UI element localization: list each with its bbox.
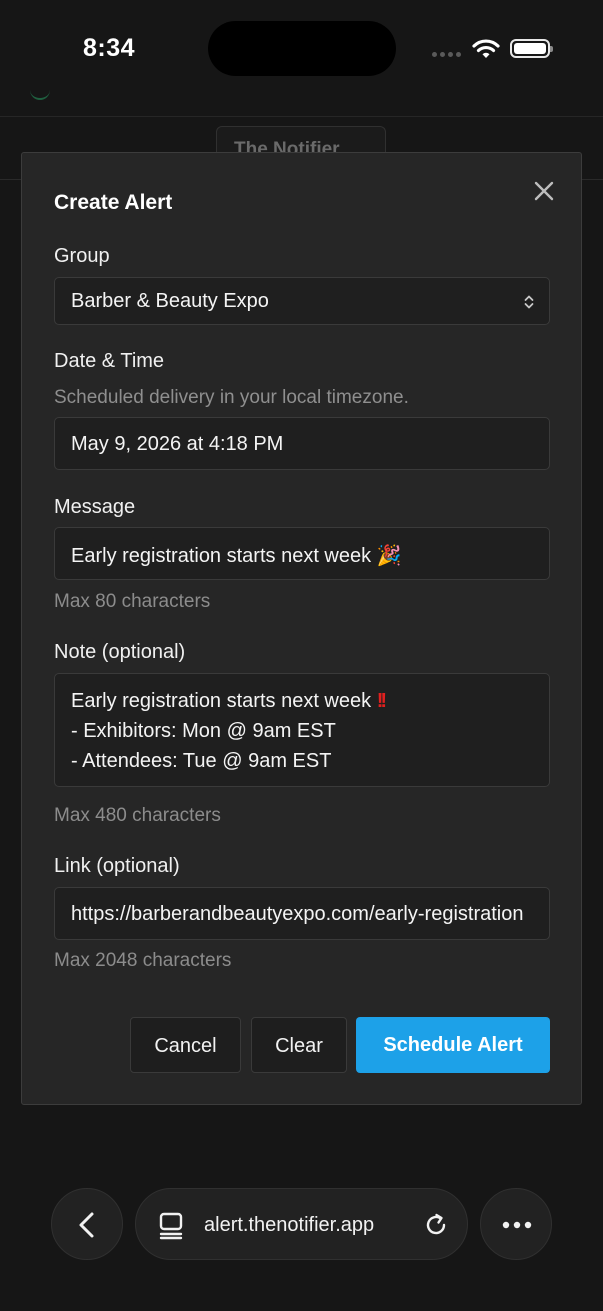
group-select-value: Barber & Beauty Expo <box>71 290 269 312</box>
status-bar: 8:34 <box>0 0 603 96</box>
note-label: Note (optional) <box>54 641 186 663</box>
more-icon <box>502 1221 532 1229</box>
note-hint: Max 480 characters <box>54 805 221 826</box>
create-alert-dialog: Create Alert Group Barber & Beauty Expo … <box>21 152 582 1105</box>
close-icon <box>534 181 554 201</box>
more-button[interactable] <box>480 1188 552 1260</box>
tabs-icon <box>159 1212 183 1240</box>
message-input[interactable]: Early registration starts next week 🎉 <box>54 527 550 580</box>
wifi-icon <box>472 39 500 58</box>
clear-button[interactable]: Clear <box>251 1017 347 1073</box>
chevron-up-down-icon <box>524 295 534 309</box>
dynamic-island <box>208 21 396 76</box>
schedule-alert-button[interactable]: Schedule Alert <box>356 1017 550 1073</box>
browser-toolbar: alert.thenotifier.app <box>0 1150 603 1311</box>
back-chevron-icon <box>79 1212 94 1238</box>
message-value: Early registration starts next week 🎉 <box>71 545 402 567</box>
note-textarea[interactable]: Early registration starts next week !! -… <box>54 673 550 787</box>
note-line-2: - Exhibitors: Mon @ 9am EST <box>71 720 336 742</box>
link-label: Link (optional) <box>54 855 180 877</box>
datetime-hint: Scheduled delivery in your local timezon… <box>54 387 409 408</box>
datetime-label: Date & Time <box>54 350 165 372</box>
link-input[interactable]: https://barberandbeautyexpo.com/early-re… <box>54 887 550 940</box>
cancel-button[interactable]: Cancel <box>130 1017 241 1073</box>
cellular-signal-icon <box>432 52 461 57</box>
dialog-title: Create Alert <box>54 191 173 214</box>
battery-icon <box>510 39 553 58</box>
note-content: Early registration starts next week !! -… <box>71 686 387 776</box>
close-button[interactable] <box>530 177 558 205</box>
back-button[interactable] <box>51 1188 123 1260</box>
page: 8:34 The Notifier Create Alert Group Bar… <box>0 0 603 1311</box>
group-label: Group <box>54 245 110 267</box>
address-bar[interactable]: alert.thenotifier.app <box>135 1188 468 1260</box>
status-time: 8:34 <box>83 34 136 62</box>
double-exclamation-emoji: !! <box>376 690 387 712</box>
datetime-value: May 9, 2026 at 4:18 PM <box>71 433 284 455</box>
app-logo <box>30 86 50 100</box>
group-select[interactable]: Barber & Beauty Expo <box>54 277 550 325</box>
link-hint: Max 2048 characters <box>54 950 232 971</box>
note-line-3: - Attendees: Tue @ 9am EST <box>71 750 332 772</box>
reload-icon[interactable] <box>422 1211 450 1239</box>
header-divider <box>0 116 603 117</box>
message-hint: Max 80 characters <box>54 591 211 612</box>
note-line-1: Early registration starts next week !! <box>71 686 387 716</box>
note-line-1-text: Early registration starts next week <box>71 690 377 712</box>
datetime-input[interactable]: May 9, 2026 at 4:18 PM <box>54 417 550 470</box>
message-label: Message <box>54 496 136 518</box>
url-text: alert.thenotifier.app <box>204 1214 375 1236</box>
link-value: https://barberandbeautyexpo.com/early-re… <box>71 903 524 925</box>
